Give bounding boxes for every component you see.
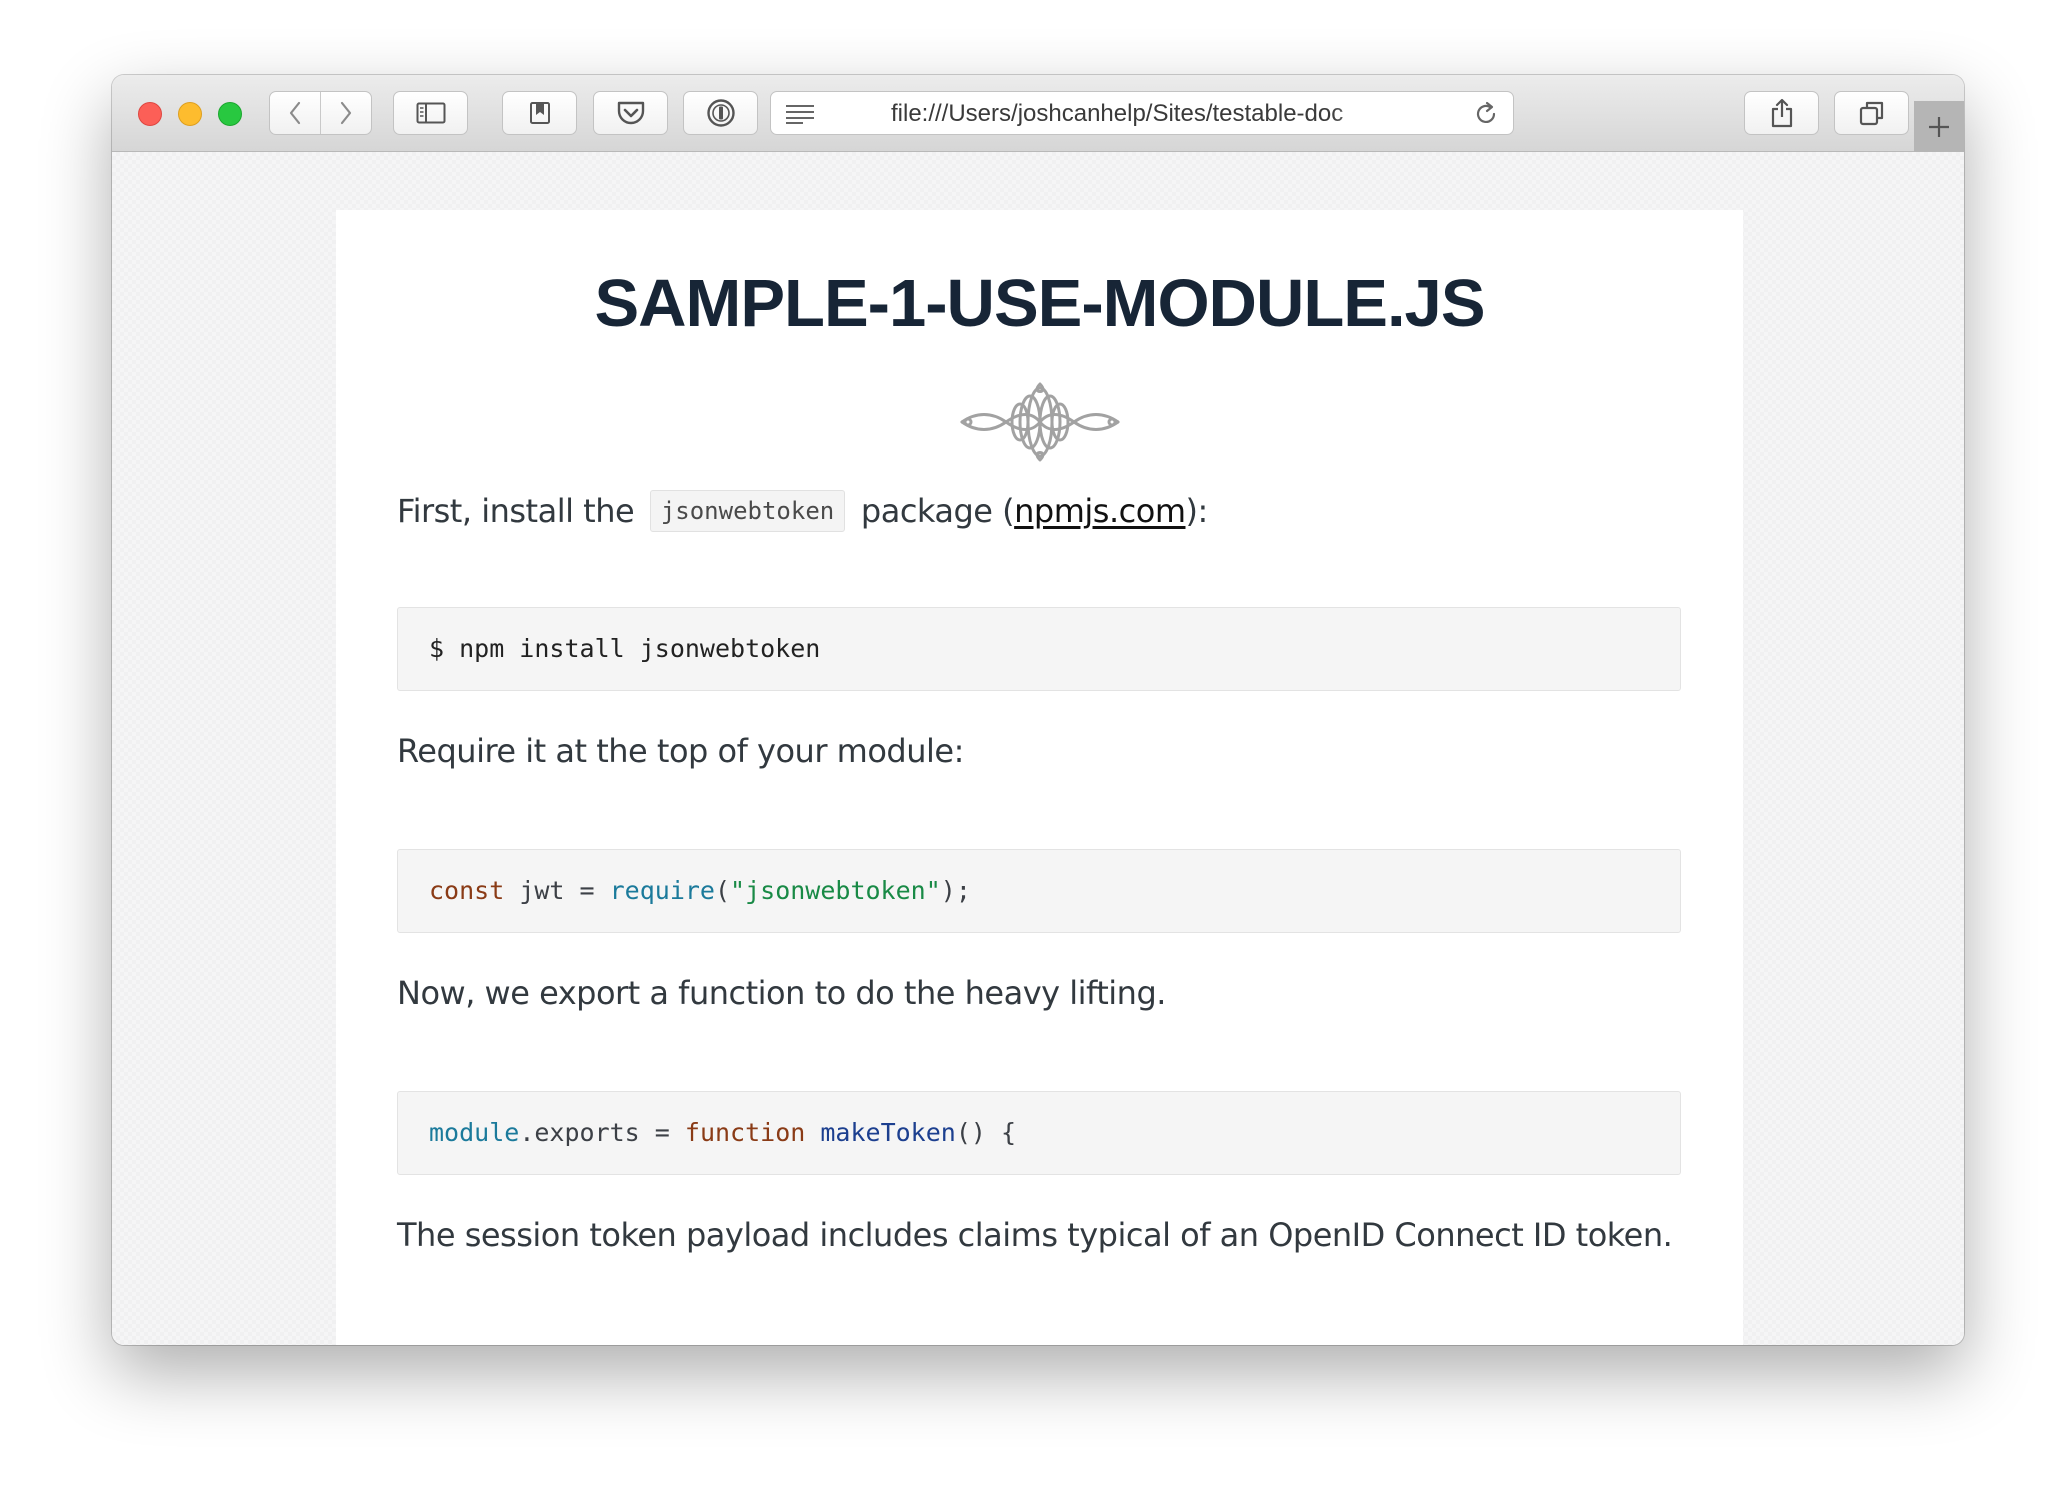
tabs-icon	[1859, 101, 1883, 126]
close-window-button[interactable]	[138, 102, 162, 126]
back-icon	[289, 101, 301, 125]
code-token-keyword: const	[429, 876, 505, 905]
sidebar-button[interactable]	[393, 91, 468, 135]
new-tab-button[interactable]	[1914, 101, 1964, 152]
install-text-middle: package (	[851, 492, 1015, 530]
code-token-function: require	[609, 876, 715, 905]
forward-icon	[340, 101, 352, 125]
sidebar-icon	[416, 102, 445, 124]
bookmark-icon	[529, 102, 550, 124]
browser-window: file:///Users/joshcanhelp/Sites/testable…	[112, 75, 1964, 1345]
url-text[interactable]: file:///Users/joshcanhelp/Sites/testable…	[891, 100, 1391, 128]
reader-icon[interactable]	[785, 104, 815, 124]
export-paragraph: Now, we export a function to do the heav…	[397, 974, 1166, 1012]
install-text-after: ):	[1185, 492, 1208, 530]
npmjs-link[interactable]: npmjs.com	[1014, 492, 1186, 530]
code-token-property: .exports =	[519, 1118, 685, 1147]
navigation-buttons	[269, 91, 372, 135]
share-icon	[1771, 98, 1792, 128]
code-line-install: $ npm install jsonwebtoken	[429, 634, 821, 663]
pocket-button[interactable]	[593, 91, 668, 135]
payload-paragraph: The session token payload includes claim…	[397, 1216, 1673, 1254]
back-button[interactable]	[270, 92, 320, 134]
require-paragraph: Require it at the top of your module:	[397, 732, 964, 770]
code-token-function-name: makeToken	[820, 1118, 956, 1147]
fullscreen-window-button[interactable]	[218, 102, 242, 126]
code-token-punctuation: (	[714, 876, 731, 905]
code-token-builtin: module	[429, 1118, 520, 1147]
address-bar[interactable]: file:///Users/joshcanhelp/Sites/testable…	[770, 91, 1514, 135]
code-block-install: $ npm install jsonwebtoken	[397, 607, 1681, 691]
browser-toolbar: file:///Users/joshcanhelp/Sites/testable…	[112, 75, 1964, 152]
page-title: SAMPLE-1-USE-MODULE.JS	[594, 266, 1485, 341]
password-manager-button[interactable]	[683, 91, 758, 135]
reload-icon[interactable]	[1473, 101, 1499, 127]
page-viewport: SAMPLE-1-USE-MODULE.JS First, install th…	[112, 152, 1964, 1345]
code-block-require: const jwt = require("jsonwebtoken");	[397, 849, 1681, 933]
share-button[interactable]	[1744, 91, 1819, 135]
inline-code-package: jsonwebtoken	[649, 490, 846, 532]
pocket-icon	[617, 101, 644, 125]
flourish-ornament-icon	[960, 382, 1120, 462]
page-content: SAMPLE-1-USE-MODULE.JS First, install th…	[336, 210, 1743, 1345]
bookmarks-button[interactable]	[502, 91, 577, 135]
code-token-variable: jwt =	[504, 876, 610, 905]
code-token-string: "jsonwebtoken"	[730, 876, 941, 905]
code-token-keyword: function	[684, 1118, 806, 1147]
code-token-punctuation: () {	[955, 1118, 1017, 1147]
code-token-punctuation: );	[940, 876, 971, 905]
forward-button[interactable]	[320, 92, 371, 134]
install-paragraph: First, install the jsonwebtoken package …	[397, 490, 1208, 532]
1password-icon	[706, 99, 735, 127]
plus-icon	[1929, 116, 1949, 137]
show-tabs-button[interactable]	[1834, 91, 1909, 135]
install-text-before: First, install the	[397, 492, 644, 530]
minimize-window-button[interactable]	[178, 102, 202, 126]
code-block-export: module.exports = function makeToken() {	[397, 1091, 1681, 1175]
